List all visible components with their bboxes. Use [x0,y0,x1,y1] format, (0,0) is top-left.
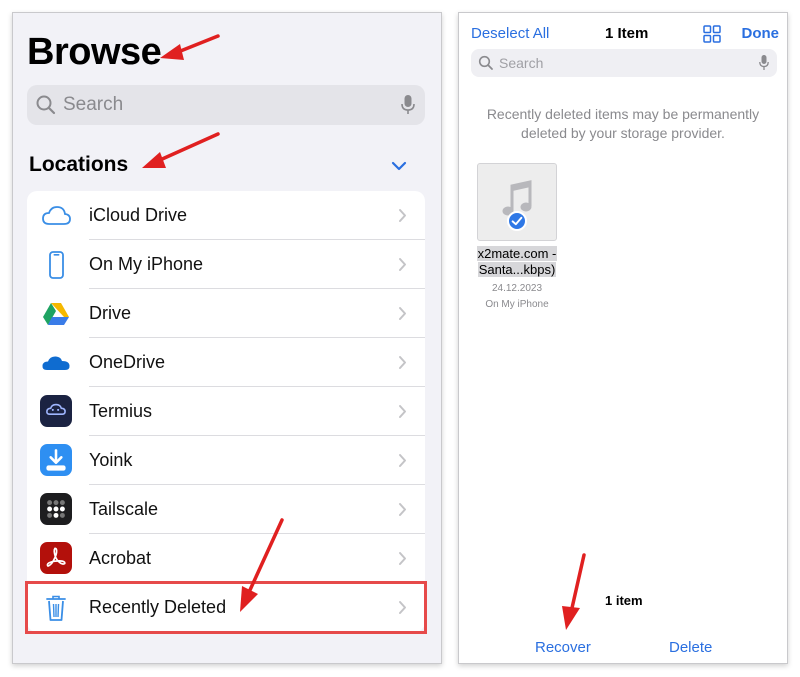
search-icon [36,95,56,115]
search-input[interactable]: Search [27,85,425,125]
location-item-acrobat[interactable]: Acrobat [27,534,425,583]
grid-view-icon[interactable] [702,24,722,44]
location-item-onedrive[interactable]: OneDrive [27,338,425,387]
location-item-on-my-iphone[interactable]: On My iPhone [27,240,425,289]
file-date: 24.12.2023 [491,283,543,294]
selection-title: 1 Item [605,25,649,42]
chevron-right-icon [399,454,406,467]
checkmark-icon[interactable] [507,211,527,231]
file-name: x2mate.com - Santa...kbps) [469,246,565,278]
chevron-right-icon [399,209,406,222]
page-title: Browse [27,31,162,73]
location-label: iCloud Drive [89,205,188,225]
deselect-all-button[interactable]: Deselect All [471,25,549,42]
trash-icon [46,595,66,621]
file-location: On My iPhone [485,299,549,310]
delete-button[interactable]: Delete [669,639,712,656]
locations-list: iCloud Drive On My iPhone Drive OneDrive… [25,191,427,634]
file-name-line: Santa...kbps) [477,262,557,277]
tailscale-app-icon [40,493,72,525]
search-icon [478,55,493,70]
selection-count: 1 item [605,593,643,608]
chevron-down-icon[interactable] [391,161,407,171]
microphone-icon[interactable] [759,54,769,71]
microphone-icon[interactable] [401,94,415,116]
browse-panel: Browse Search Locations iCloud Drive On … [12,12,442,664]
yoink-app-icon [40,444,72,476]
recover-button[interactable]: Recover [535,639,591,656]
location-label: Drive [89,303,132,323]
location-item-tailscale[interactable]: Tailscale [27,485,425,534]
google-drive-icon [43,303,69,325]
chevron-right-icon [399,307,406,320]
location-label: Recently Deleted [89,597,227,617]
search-placeholder: Search [499,55,544,71]
file-name-line: x2mate.com - [476,246,558,261]
done-button[interactable]: Done [742,25,780,42]
cloud-icon [42,206,71,225]
chevron-right-icon [399,552,406,565]
search-input[interactable]: Search [471,49,777,77]
location-item-drive[interactable]: Drive [27,289,425,338]
deletion-notice: Recently deleted items may be permanentl… [486,106,760,141]
locations-header: Locations [29,153,129,176]
chevron-right-icon [399,601,406,614]
recently-deleted-panel: Deselect All 1 Item Done Search Recently… [458,12,788,664]
acrobat-app-icon [40,542,72,574]
location-item-yoink[interactable]: Yoink [27,436,425,485]
location-label: OneDrive [89,352,166,372]
location-label: On My iPhone [89,254,204,274]
location-label: Yoink [89,450,133,470]
location-item-termius[interactable]: Termius [27,387,425,436]
location-label: Termius [89,401,153,421]
chevron-right-icon [399,258,406,271]
termius-app-icon [40,395,72,427]
search-placeholder: Search [63,94,124,115]
navigation-bar: Deselect All 1 Item Done [459,19,787,47]
onedrive-icon [42,356,70,370]
chevron-right-icon [399,356,406,369]
chevron-right-icon [399,405,406,418]
location-label: Acrobat [89,548,152,568]
iphone-icon [49,251,64,279]
chevron-right-icon [399,503,406,516]
location-item-recently-deleted[interactable]: Recently Deleted [25,581,427,634]
location-label: Tailscale [89,499,159,519]
location-item-icloud-drive[interactable]: iCloud Drive [27,191,425,240]
